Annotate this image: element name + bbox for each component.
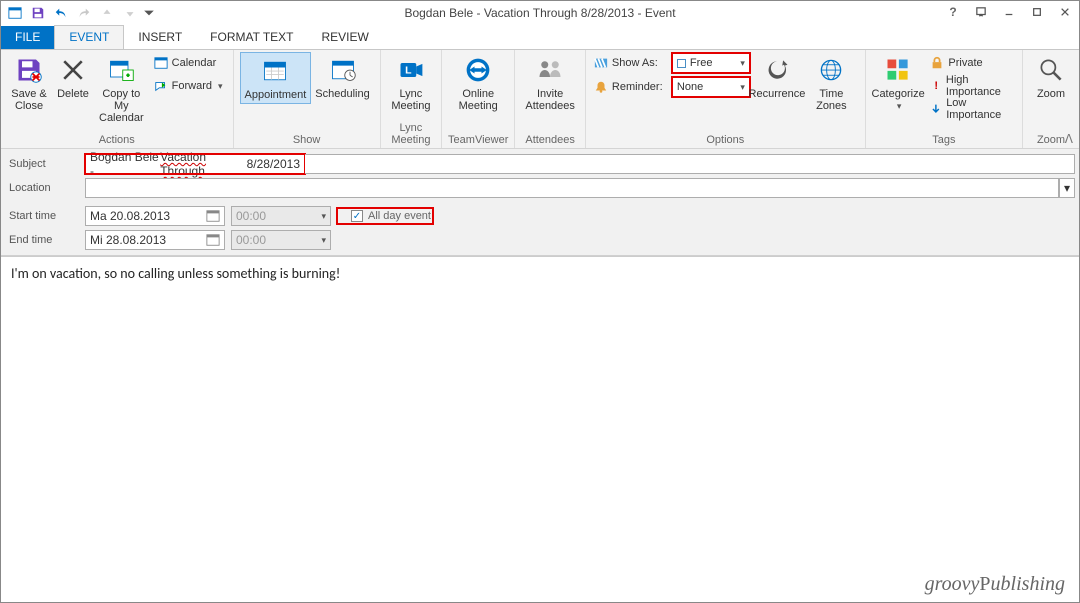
checkbox-checked-icon: ✓ — [351, 210, 363, 222]
ribbon-group-attendees: Invite Attendees Attendees — [515, 50, 586, 148]
low-importance-button[interactable]: Low Importance — [926, 98, 1016, 120]
all-day-checkbox[interactable]: ✓ All day event — [351, 210, 431, 222]
delete-button[interactable]: Delete — [51, 52, 95, 102]
online-meeting-button[interactable]: Online Meeting — [448, 52, 508, 114]
location-input[interactable] — [85, 178, 1059, 198]
scheduling-button[interactable]: Scheduling — [311, 52, 373, 102]
zoom-button[interactable]: Zoom — [1029, 52, 1073, 102]
ribbon-options-icon[interactable] — [967, 1, 995, 23]
categorize-button[interactable]: Categorize▾ — [872, 52, 925, 114]
recurrence-icon — [761, 54, 793, 86]
maximize-button[interactable] — [1023, 1, 1051, 23]
ribbon-group-lync: L Lync Meeting Lync Meeting — [381, 50, 442, 148]
delete-icon — [57, 54, 89, 86]
reminder-select[interactable]: None ▾ — [672, 77, 750, 97]
watermark: groovyPublishing — [925, 573, 1065, 596]
show-as-select[interactable]: Free ▾ — [672, 53, 750, 73]
save-close-icon — [13, 54, 45, 86]
event-form: Subject Bogdan Bele - Vacation Through 8… — [1, 149, 1079, 256]
subject-input[interactable]: Bogdan Bele - Vacation Through 8/28/2013 — [85, 154, 305, 174]
showas-icon — [594, 56, 608, 70]
event-body-editor[interactable]: I'm on vacation, so no calling unless so… — [1, 256, 1079, 602]
copy-calendar-button[interactable]: Copy to My Calendar — [95, 52, 148, 126]
appointment-icon — [259, 55, 291, 87]
save-close-button[interactable]: Save & Close — [7, 52, 51, 114]
location-dropdown-icon[interactable]: ▾ — [1059, 178, 1075, 198]
tab-file[interactable]: FILE — [1, 26, 54, 49]
date-picker-icon — [206, 209, 220, 223]
appointment-button[interactable]: Appointment — [240, 52, 312, 104]
scheduling-icon — [327, 54, 359, 86]
high-importance-button[interactable]: !High Importance — [926, 75, 1016, 97]
teamviewer-icon — [462, 54, 494, 86]
dropdown-icon: ▾ — [740, 58, 745, 69]
tab-event[interactable]: EVENT — [54, 25, 124, 49]
help-icon[interactable]: ? — [939, 1, 967, 23]
tab-review[interactable]: REVIEW — [308, 26, 383, 49]
reminder-icon — [594, 80, 608, 94]
end-time-input: 00:00▾ — [231, 230, 331, 250]
free-icon — [677, 59, 686, 68]
timezones-button[interactable]: Time Zones — [804, 52, 859, 114]
recurrence-button[interactable]: Recurrence — [750, 52, 804, 102]
globe-icon — [815, 54, 847, 86]
start-date-input[interactable]: Ma 20.08.2013 — [85, 206, 225, 226]
dropdown-icon: ▾ — [740, 82, 745, 93]
lync-icon: L — [395, 54, 427, 86]
forward-button[interactable]: Forward▾ — [150, 75, 227, 97]
attendees-icon — [534, 54, 566, 86]
subject-input-ext[interactable] — [305, 154, 1075, 174]
subject-label: Subject — [5, 158, 85, 170]
ribbon-group-teamviewer: Online Meeting TeamViewer — [442, 50, 515, 148]
title-bar: Bogdan Bele - Vacation Through 8/28/2013… — [1, 1, 1079, 25]
zoom-icon — [1035, 54, 1067, 86]
calendar-button[interactable]: Calendar — [150, 52, 227, 74]
start-time-input: 00:00▾ — [231, 206, 331, 226]
collapse-ribbon-icon[interactable]: ᐱ — [1065, 132, 1073, 146]
tab-format-text[interactable]: FORMAT TEXT — [196, 26, 307, 49]
ribbon-group-actions: Save & Close Delete Copy to My Calendar … — [1, 50, 234, 148]
categorize-icon — [882, 54, 914, 86]
window-title: Bogdan Bele - Vacation Through 8/28/2013… — [1, 6, 1079, 20]
close-button[interactable] — [1051, 1, 1079, 23]
lync-meeting-button[interactable]: L Lync Meeting — [387, 52, 435, 114]
ribbon-group-tags: Categorize▾ Private !High Importance Low… — [866, 50, 1023, 148]
ribbon-tabs: FILE EVENT INSERT FORMAT TEXT REVIEW — [1, 25, 1079, 49]
start-time-label: Start time — [5, 210, 85, 222]
ribbon: Save & Close Delete Copy to My Calendar … — [1, 49, 1079, 149]
outlook-event-window: Bogdan Bele - Vacation Through 8/28/2013… — [0, 0, 1080, 603]
location-label: Location — [5, 182, 85, 194]
minimize-button[interactable] — [995, 1, 1023, 23]
copy-calendar-icon — [105, 54, 137, 86]
private-button[interactable]: Private — [926, 52, 1016, 74]
tab-insert[interactable]: INSERT — [124, 26, 196, 49]
invite-attendees-button[interactable]: Invite Attendees — [521, 52, 579, 114]
date-picker-icon — [206, 233, 220, 247]
svg-text:L: L — [405, 65, 412, 77]
end-date-input[interactable]: Mi 28.08.2013 — [85, 230, 225, 250]
ribbon-group-options: Show As: Free ▾ Reminder: None ▾ — [586, 50, 866, 148]
end-time-label: End time — [5, 234, 85, 246]
ribbon-group-show: Appointment Scheduling Show — [234, 50, 381, 148]
